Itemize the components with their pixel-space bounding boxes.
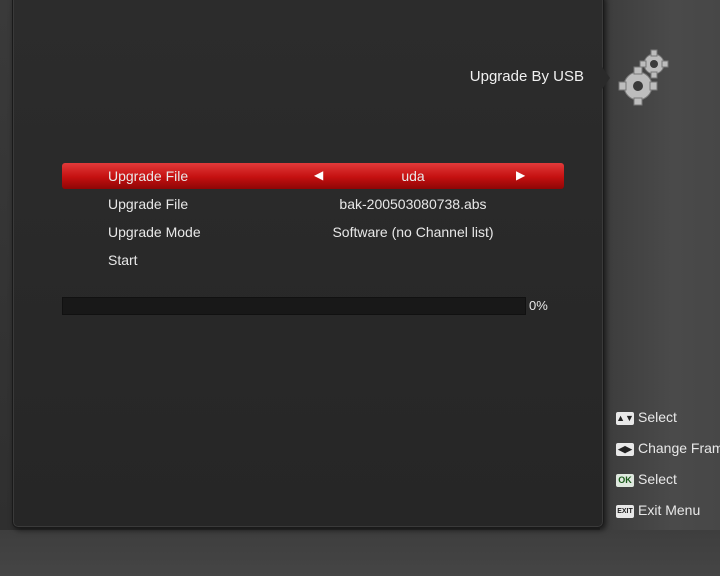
panel-notch — [600, 64, 610, 92]
ok-key-icon: OK — [616, 473, 634, 487]
arrow-right-icon[interactable]: ▶ — [516, 168, 525, 182]
row-value: Software (no Channel list) — [332, 224, 494, 240]
gear-icon — [618, 49, 669, 106]
row-label: Upgrade File — [108, 168, 189, 184]
menu-row-upgrade-file[interactable]: Upgrade File bak-200503080738.abs — [62, 191, 564, 217]
help-text: Select — [638, 471, 677, 487]
row-label: Upgrade File — [108, 196, 189, 212]
menu-row-upgrade-mode[interactable]: Upgrade Mode Software (no Channel list) — [62, 219, 564, 245]
menu-row-start[interactable]: Start — [62, 247, 564, 273]
progress-bar — [62, 297, 526, 315]
exit-key-icon: EXIT — [616, 504, 634, 518]
row-label: Upgrade Mode — [108, 224, 201, 240]
left-right-key-icon: ◀▶ — [616, 442, 634, 456]
bottom-band — [0, 530, 720, 576]
help-text: Select — [638, 409, 677, 425]
menu-title: Upgrade By USB — [469, 68, 584, 85]
help-exit-menu: EXIT Exit Menu — [616, 502, 700, 518]
help-text: Exit Menu — [638, 502, 701, 518]
help-ok-select: OK Select — [616, 471, 677, 487]
row-label: Start — [108, 252, 138, 268]
help-change-frame: ◀▶ Change Frame — [616, 440, 720, 456]
help-select: ▲▼ Select — [616, 409, 677, 425]
row-value: bak-200503080738.abs — [339, 196, 487, 212]
up-down-key-icon: ▲▼ — [616, 411, 634, 425]
menu-row-upgrade-file-selected[interactable]: Upgrade File ◀ uda ▶ — [62, 163, 564, 189]
progress-percent: 0% — [529, 298, 548, 313]
help-text: Change Frame — [638, 440, 720, 456]
